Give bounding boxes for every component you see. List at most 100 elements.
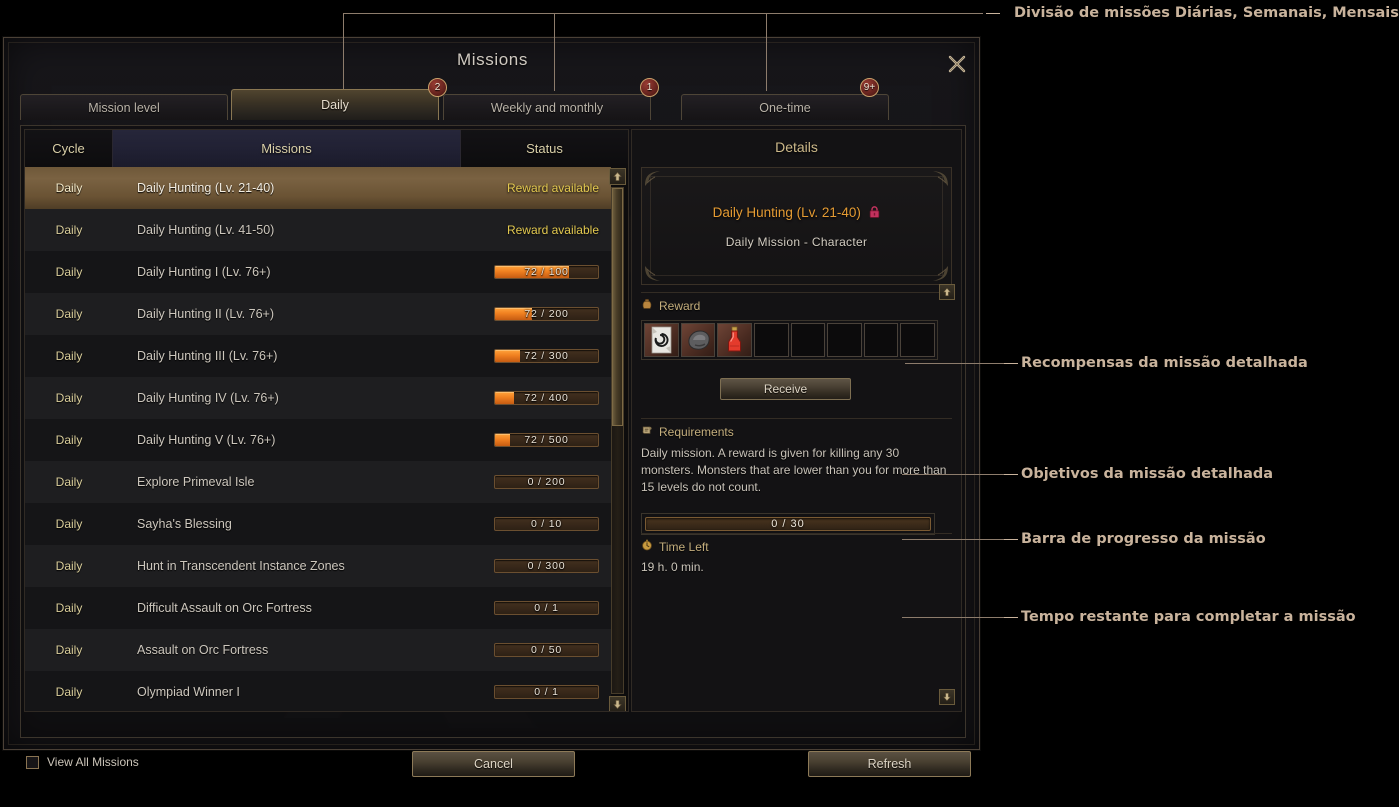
reward-slot-empty[interactable] [753, 323, 789, 357]
requirements-text: Daily mission. A reward is given for kil… [641, 446, 947, 494]
tab-one-time[interactable]: One-time [681, 94, 889, 120]
cell-mission-name: Daily Hunting IV (Lv. 76+) [137, 391, 279, 405]
cell-cycle: Daily [55, 307, 83, 321]
cell-status: 72 / 500 [444, 433, 611, 447]
tab-weekly-and-monthly[interactable]: Weekly and monthly [443, 94, 651, 120]
status-progress-bar: 72 / 500 [494, 433, 599, 447]
table-row[interactable]: Daily Daily Hunting I (Lv. 76+) 72 / 100 [25, 251, 611, 293]
annotation-leader-line [343, 13, 983, 14]
cell-mission-name: Hunt in Transcendent Instance Zones [137, 559, 345, 573]
cell-cycle: Daily [55, 181, 83, 195]
table-row[interactable]: Daily Hunt in Transcendent Instance Zones… [25, 545, 611, 587]
view-all-missions-checkbox[interactable]: View All Missions [26, 755, 139, 769]
table-row[interactable]: Daily Daily Hunting IV (Lv. 76+) 72 / 400 [25, 377, 611, 419]
cell-mission-name: Olympiad Winner I [137, 685, 240, 699]
column-header-missions[interactable]: Missions [113, 130, 461, 167]
quest-subtitle: Daily Mission - Character [725, 234, 868, 249]
window-titlebar: Missions [4, 38, 981, 86]
cell-mission-name: Daily Hunting (Lv. 41-50) [137, 223, 275, 237]
scrollbar-track[interactable] [611, 187, 624, 694]
cell-cycle: Daily [55, 685, 83, 699]
table-row[interactable]: Daily Daily Hunting V (Lv. 76+) 72 / 500 [25, 419, 611, 461]
annotation-tabs: Divisão de missões Diárias, Semanais, Me… [1014, 5, 1399, 21]
reward-slot-empty[interactable] [827, 323, 862, 357]
cell-cycle: Daily [55, 475, 83, 489]
table-row[interactable]: Daily Daily Hunting III (Lv. 76+) 72 / 300 [25, 335, 611, 377]
requirements-section: Requirements Daily mission. A reward is … [641, 418, 952, 535]
table-row[interactable]: Daily Sayha's Blessing 0 / 10 [25, 503, 611, 545]
checkbox-box[interactable] [26, 755, 39, 769]
table-row[interactable]: Daily Explore Primeval Isle 0 / 200 [25, 461, 611, 503]
status-progress-bar: 0 / 1 [494, 685, 599, 699]
table-row[interactable]: Daily Daily Hunting (Lv. 41-50) Reward ava… [25, 209, 611, 251]
table-row[interactable]: Daily Daily Hunting (Lv. 21-40) Reward ava… [25, 167, 611, 209]
reward-slot-empty[interactable] [790, 323, 826, 357]
refresh-button[interactable]: Refresh [808, 751, 971, 777]
status-progress-label: 0 / 200 [527, 476, 566, 488]
tab-daily[interactable]: Daily [231, 89, 439, 120]
cell-mission-name: Daily Hunting III (Lv. 76+) [137, 349, 278, 363]
quest-title: Daily Hunting (Lv. 21-40) [712, 204, 861, 220]
section-divider [641, 292, 952, 293]
cell-status: 0 / 300 [444, 559, 611, 573]
cell-cycle: Daily [55, 265, 83, 279]
cell-status: 0 / 50 [444, 643, 611, 657]
table-row[interactable]: Daily Daily Hunting II (Lv. 76+) 72 / 200 [25, 293, 611, 335]
tab-mission-level[interactable]: Mission level [20, 94, 228, 120]
requirements-progress-wrap: 0 / 30 [641, 513, 935, 535]
requirements-progress-bar: 0 / 30 [645, 517, 931, 531]
requirements-heading: Requirements [659, 424, 734, 439]
cell-status: 0 / 200 [444, 475, 611, 489]
view-all-missions-label: View All Missions [47, 755, 139, 769]
reward-slot-empty[interactable] [863, 323, 899, 357]
cell-cycle: Daily [55, 391, 83, 405]
reward-slot-empty[interactable] [900, 323, 935, 357]
missions-scrollbar[interactable] [609, 168, 626, 711]
annotation-leader-line [766, 13, 767, 91]
reward-slot-red-potion-item-icon[interactable] [717, 323, 752, 357]
cell-cycle: Daily [55, 643, 83, 657]
annotation-dash [1004, 617, 1018, 618]
section-divider [641, 533, 952, 534]
status-progress-label: 72 / 500 [524, 434, 569, 446]
status-progress-bar: 72 / 300 [494, 349, 599, 363]
column-header-status[interactable]: Status [461, 130, 628, 167]
status-progress-label: 0 / 1 [534, 686, 559, 698]
annotation-leader-line [554, 13, 555, 91]
column-header-cycle[interactable]: Cycle [25, 130, 113, 167]
annotation-reward: Recompensas da missão detalhada [1021, 355, 1308, 371]
scroll-down-icon[interactable] [609, 696, 626, 711]
details-title: Details [775, 139, 818, 155]
receive-button[interactable]: Receive [720, 378, 851, 400]
cell-cycle: Daily [55, 601, 83, 615]
window-footer: View All Missions Cancel Refresh [20, 744, 971, 786]
section-divider [641, 418, 952, 419]
table-row[interactable]: Daily Assault on Orc Fortress 0 / 50 [25, 629, 611, 671]
reward-slot-scroll-item-icon[interactable] [644, 323, 679, 357]
scrollbar-thumb[interactable] [612, 188, 623, 426]
cell-status: 72 / 400 [444, 391, 611, 405]
cell-status: Reward available [444, 223, 611, 237]
status-badge: Reward available [506, 223, 599, 237]
reward-slot-grid [641, 320, 938, 360]
tab-badge-one-time: 9+ [860, 78, 879, 97]
table-row[interactable]: Daily Olympiad Winner I 0 / 1 [25, 671, 611, 711]
cell-mission-name: Daily Hunting I (Lv. 76+) [137, 265, 271, 279]
annotation-dash [986, 13, 1000, 14]
reward-slot-ore-item-icon[interactable] [680, 323, 716, 357]
cell-status: 0 / 10 [444, 517, 611, 531]
status-progress-label: 0 / 10 [530, 518, 563, 530]
table-row[interactable]: Daily Difficult Assault on Orc Fortress 0 … [25, 587, 611, 629]
scroll-up-icon[interactable] [609, 168, 626, 185]
status-progress-bar: 0 / 200 [494, 475, 599, 489]
cancel-button[interactable]: Cancel [412, 751, 575, 777]
close-icon[interactable] [944, 51, 970, 77]
details-scroll-up-icon[interactable] [939, 284, 955, 300]
time-left-value: 19 h. 0 min. [641, 560, 704, 574]
cell-mission-name: Daily Hunting II (Lv. 76+) [137, 307, 274, 321]
status-progress-label: 0 / 50 [530, 644, 563, 656]
details-scroll-down-icon[interactable] [939, 689, 955, 705]
reward-heading: Reward [659, 298, 701, 313]
annotation-dash [1004, 474, 1018, 475]
hourglass-icon [641, 539, 653, 554]
